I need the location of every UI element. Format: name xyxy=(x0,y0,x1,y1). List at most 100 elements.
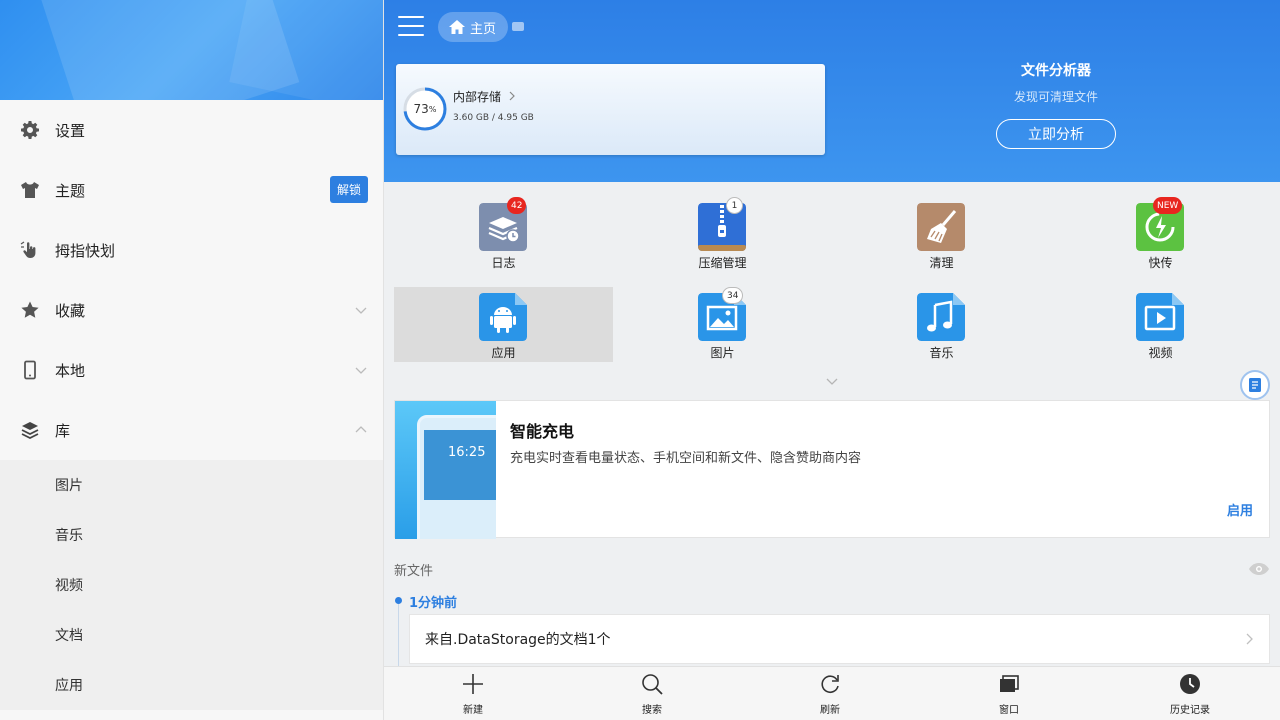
promo-title: 智能充电 xyxy=(510,422,575,441)
windows-button[interactable]: 窗口 xyxy=(969,667,1049,720)
menu-icon[interactable] xyxy=(398,16,424,38)
timeline-dot xyxy=(395,597,402,604)
grid-item-label: 清理 xyxy=(929,256,954,270)
chevron-down-icon[interactable] xyxy=(355,364,367,376)
bottom-toolbar: 新建 搜索 刷新 窗口 历史记录 xyxy=(384,666,1280,720)
broom-icon xyxy=(917,203,965,251)
clipboard-icon xyxy=(1249,378,1261,392)
star-icon xyxy=(20,300,40,320)
search-icon xyxy=(642,674,663,695)
hand-swipe-icon xyxy=(20,240,40,260)
bottom-label: 刷新 xyxy=(820,705,840,716)
grid-item-label: 音乐 xyxy=(929,346,954,360)
sidebar-item-label: 主题 xyxy=(55,181,86,200)
gear-icon xyxy=(20,120,40,140)
home-icon xyxy=(449,20,465,34)
history-icon xyxy=(1180,674,1200,694)
new-file-entry-label: 来自.DataStorage的文档1个 xyxy=(425,632,611,648)
sidebar-item-library[interactable]: 库 xyxy=(0,400,383,460)
grid-item-quick-transfer[interactable]: NEW 快传 xyxy=(1051,197,1270,272)
expand-grid-chevron-icon[interactable] xyxy=(825,376,839,386)
grid-item-label: 图片 xyxy=(710,346,735,360)
storage-name: 内部存储 xyxy=(453,90,502,104)
library-item-music[interactable]: 音乐 xyxy=(0,510,383,560)
grid-item-label: 快传 xyxy=(1148,256,1173,270)
bottom-label: 搜索 xyxy=(642,705,662,716)
grid-item-music[interactable]: 音乐 xyxy=(832,287,1051,362)
sidebar-item-thumb-swipe[interactable]: 拇指快划 xyxy=(0,220,383,280)
grid-item-label: 日志 xyxy=(491,256,516,270)
shirt-icon xyxy=(20,180,40,200)
main-content: 主页 73% 内部存储 3.60 GB / 4.95 GB 文件分析器 发现可清… xyxy=(384,0,1280,720)
search-button[interactable]: 搜索 xyxy=(612,667,692,720)
unlock-badge[interactable]: 解锁 xyxy=(329,176,368,203)
clipboard-float-button[interactable] xyxy=(1240,370,1270,400)
analyzer-title: 文件分析器 xyxy=(1021,63,1091,79)
library-item-videos[interactable]: 视频 xyxy=(0,560,383,610)
sidebar-item-theme[interactable]: 主题 解锁 xyxy=(0,160,383,220)
library-submenu: 图片 音乐 视频 文档 应用 xyxy=(0,460,383,710)
chevron-right-icon xyxy=(1246,633,1253,645)
grid-item-zip[interactable]: 1 压缩管理 xyxy=(613,197,832,272)
sidebar-item-favorites[interactable]: 收藏 xyxy=(0,280,383,340)
sidebar-item-label: 本地 xyxy=(55,361,86,380)
chevron-down-icon[interactable] xyxy=(355,304,367,316)
grid-item-apps[interactable]: 应用 xyxy=(394,287,613,362)
header-panel: 主页 73% 内部存储 3.60 GB / 4.95 GB 文件分析器 发现可清… xyxy=(384,0,1280,182)
new-button[interactable]: 新建 xyxy=(433,667,513,720)
bottom-label: 窗口 xyxy=(999,705,1019,716)
drawer-header-banner xyxy=(0,0,383,100)
breadcrumb-home[interactable]: 主页 xyxy=(438,12,509,42)
sidebar-item-label: 收藏 xyxy=(55,301,86,320)
file-analyzer: 文件分析器 发现可清理文件 xyxy=(978,60,1134,105)
refresh-icon xyxy=(821,675,839,693)
count-badge: 34 xyxy=(722,287,744,304)
timeline-line xyxy=(398,604,399,666)
count-badge: 42 xyxy=(507,197,527,214)
analyzer-subtitle: 发现可清理文件 xyxy=(1013,90,1098,104)
new-files-title: 新文件 xyxy=(394,564,434,579)
enable-button[interactable]: 启用 xyxy=(1227,500,1253,519)
grid-item-pictures[interactable]: 34 图片 xyxy=(613,287,832,362)
refresh-button[interactable]: 刷新 xyxy=(790,667,870,720)
new-badge: NEW xyxy=(1153,197,1183,214)
bottom-label: 历史记录 xyxy=(1170,705,1210,716)
analyze-now-button[interactable]: 立即分析 xyxy=(996,119,1116,149)
sidebar-item-label: 设置 xyxy=(55,121,86,140)
breadcrumb-label: 主页 xyxy=(470,21,497,37)
layers-icon xyxy=(20,420,40,440)
android-icon xyxy=(479,293,527,341)
promo-description: 充电实时查看电量状态、手机空间和新文件、隐含赞助商内容 xyxy=(510,451,862,466)
window-tab-icon[interactable] xyxy=(512,22,524,31)
sidebar-item-settings[interactable]: 设置 xyxy=(0,100,383,160)
new-file-entry[interactable]: 来自.DataStorage的文档1个 xyxy=(409,614,1270,664)
grid-item-label: 压缩管理 xyxy=(698,256,747,270)
video-icon xyxy=(1136,293,1184,341)
bottom-label: 新建 xyxy=(463,705,483,716)
grid-item-label: 应用 xyxy=(491,346,516,360)
library-item-pictures[interactable]: 图片 xyxy=(0,460,383,510)
history-button[interactable]: 历史记录 xyxy=(1150,667,1230,720)
plus-icon xyxy=(463,674,483,694)
phone-icon xyxy=(20,360,40,380)
new-files-time: 1分钟前 xyxy=(409,596,458,611)
library-item-documents[interactable]: 文档 xyxy=(0,610,383,660)
smart-charge-illustration: 16:25 xyxy=(395,401,496,539)
grid-item-cleaner[interactable]: 清理 xyxy=(832,197,1051,272)
chevron-up-icon[interactable] xyxy=(355,424,367,436)
eye-icon[interactable] xyxy=(1248,562,1270,576)
sidebar-item-label: 拇指快划 xyxy=(55,241,116,260)
music-icon xyxy=(917,293,965,341)
phone-clock: 16:25 xyxy=(448,445,486,460)
storage-size: 3.60 GB / 4.95 GB xyxy=(453,113,534,123)
chevron-right-icon xyxy=(509,91,515,101)
grid-item-log[interactable]: 42 日志 xyxy=(394,197,613,272)
sidebar-item-local[interactable]: 本地 xyxy=(0,340,383,400)
storage-percent: 73% xyxy=(413,102,437,116)
count-badge: 1 xyxy=(726,197,743,214)
grid-item-label: 视频 xyxy=(1148,346,1173,360)
internal-storage-card[interactable]: 73% 内部存储 3.60 GB / 4.95 GB xyxy=(396,64,825,155)
library-item-apps[interactable]: 应用 xyxy=(0,660,383,710)
sidebar-item-label: 库 xyxy=(55,421,71,440)
grid-item-video[interactable]: 视频 xyxy=(1051,287,1270,362)
